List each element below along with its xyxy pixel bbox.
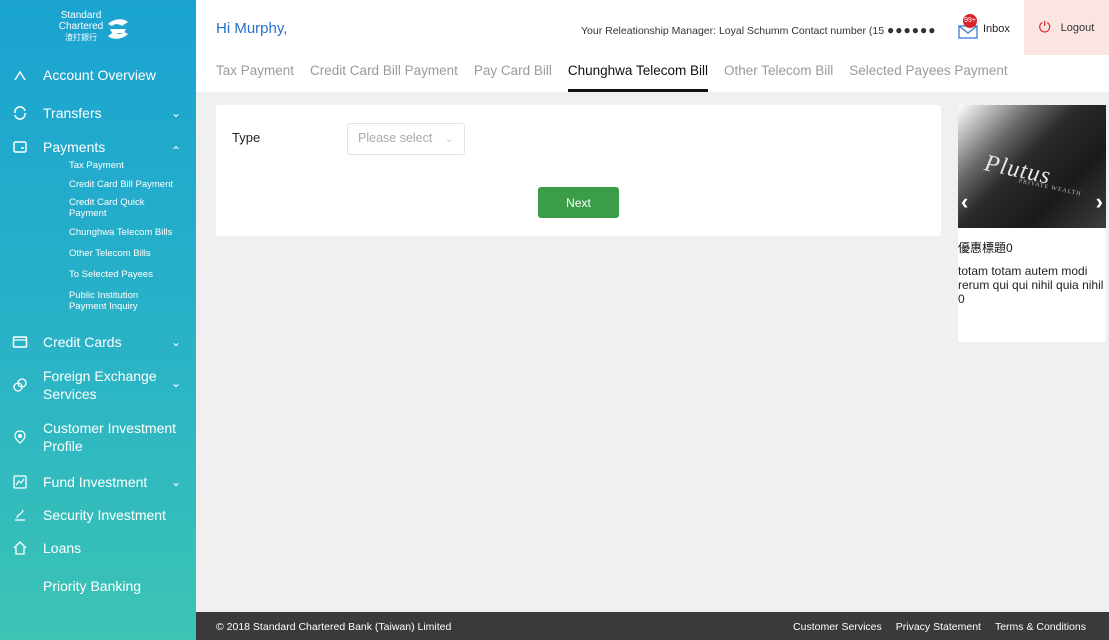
logo-line1: Standard [60, 10, 102, 21]
greeting: Hi Murphy, [216, 20, 288, 37]
loans-icon [11, 539, 29, 557]
promo-panel: Plutus PRIVATE WEALTH ‹ › 優惠標題0 totam to… [958, 105, 1106, 342]
chevron-up-icon: ⌃ [170, 144, 182, 158]
sidebar-item-foreign-exchange[interactable]: Foreign Exchange Services ⌄ [0, 367, 196, 403]
carousel-prev-icon[interactable]: ‹ [961, 189, 968, 215]
promo-title: 優惠標題0 [958, 241, 1013, 255]
tab-selected-payees-payment[interactable]: Selected Payees Payment [849, 55, 1007, 92]
next-button[interactable]: Next [538, 187, 619, 218]
promo-banner-image[interactable]: Plutus PRIVATE WEALTH ‹ › [958, 105, 1106, 228]
logo-mark-icon [108, 19, 128, 39]
inbox-badge: 99+ [963, 14, 977, 28]
promo-brand-sub: PRIVATE WEALTH [1018, 178, 1082, 198]
submenu-selected-payees[interactable]: To Selected Payees [69, 269, 196, 280]
type-label: Type [232, 130, 261, 145]
chevron-down-icon: ⌄ [170, 475, 182, 489]
fund-icon [11, 473, 29, 491]
copyright: © 2018 Standard Chartered Bank (Taiwan) … [216, 621, 452, 633]
chevron-down-icon: ⌄ [170, 335, 182, 349]
sidebar: Standard Chartered 渣打銀行 Account Overview… [0, 0, 196, 640]
payment-tabs: Tax Payment Credit Card Bill Payment Pay… [196, 55, 1109, 92]
submenu-public-institution[interactable]: Public Institution Payment Inquiry [69, 290, 196, 312]
sidebar-item-label: Account Overview [43, 67, 156, 82]
sidebar-item-loans[interactable]: Loans [0, 539, 196, 557]
submenu-credit-card-quick[interactable]: Credit Card Quick Payment [69, 197, 196, 219]
footer-link-privacy[interactable]: Privacy Statement [896, 621, 981, 633]
tab-other-telecom-bill[interactable]: Other Telecom Bill [724, 55, 833, 92]
relationship-manager-info: Your Releationship Manager: Loyal Schumm… [581, 23, 937, 37]
chevron-down-icon: ⌄ [170, 376, 182, 390]
chevron-down-icon: ⌄ [170, 106, 182, 120]
sidebar-item-transfers[interactable]: Transfers ⌄ [0, 104, 196, 122]
inbox-label: Inbox [983, 23, 1010, 35]
logout-label: Logout [1060, 21, 1095, 34]
logo-line3: 渣打銀行 [65, 33, 97, 42]
logo-line2: Chartered [58, 21, 104, 32]
payments-icon [11, 138, 29, 156]
sidebar-item-investment-profile[interactable]: Customer Investment Profile [0, 419, 196, 455]
inbox-button[interactable]: 99+ Inbox [957, 14, 1010, 40]
rm-phone-mask: ●●●●●● [887, 23, 937, 37]
tab-pay-card-bill[interactable]: Pay Card Bill [474, 55, 552, 92]
promo-body: totam totam autem modi rerum qui qui nih… [958, 264, 1104, 306]
type-select-placeholder: Please select [358, 131, 433, 145]
footer-link-terms[interactable]: Terms & Conditions [995, 621, 1086, 633]
sidebar-item-fund-investment[interactable]: Fund Investment ⌄ [0, 473, 196, 491]
footer: © 2018 Standard Chartered Bank (Taiwan) … [196, 612, 1109, 640]
sidebar-nav: Account Overview Transfers ⌄ Payments ⌃ … [0, 60, 196, 595]
payment-form-card: Type Please select ⌄ Next [216, 105, 941, 236]
rm-text: Your Releationship Manager: Loyal Schumm… [581, 25, 885, 37]
logout-button[interactable]: ⏻ Logout [1024, 0, 1109, 55]
sidebar-item-priority-banking[interactable]: Priority Banking [0, 577, 196, 595]
tab-credit-card-bill-payment[interactable]: Credit Card Bill Payment [310, 55, 458, 92]
logo-text: Standard Chartered 渣打銀行 [58, 10, 104, 43]
power-icon: ⏻ [1038, 19, 1051, 36]
sidebar-item-label: Priority Banking [43, 578, 142, 594]
sidebar-item-account-overview[interactable]: Account Overview [0, 54, 196, 82]
top-header: Hi Murphy, Your Releationship Manager: L… [196, 0, 1109, 55]
submenu-chunghwa-telecom[interactable]: Chunghwa Telecom Bills [69, 227, 196, 238]
submenu-credit-card-bill[interactable]: Credit Card Bill Payment [69, 179, 196, 190]
investment-profile-icon [11, 428, 29, 446]
sidebar-item-security-investment[interactable]: Security Investment [0, 506, 196, 524]
tab-chunghwa-telecom-bill[interactable]: Chunghwa Telecom Bill [567, 55, 708, 92]
transfer-icon [11, 104, 29, 122]
footer-link-customer-services[interactable]: Customer Services [793, 621, 882, 633]
footer-links: Customer Services Privacy Statement Term… [779, 621, 1086, 633]
sidebar-item-payments[interactable]: Payments ⌃ [0, 138, 196, 158]
carousel-next-icon[interactable]: › [1096, 189, 1103, 215]
foreign-exchange-icon [11, 376, 29, 394]
tab-tax-payment[interactable]: Tax Payment [216, 55, 294, 92]
submenu-tax-payment[interactable]: Tax Payment [69, 160, 196, 171]
payments-submenu: Tax Payment Credit Card Bill Payment Cre… [0, 160, 196, 312]
submenu-other-telecom[interactable]: Other Telecom Bills [69, 248, 196, 259]
security-icon [11, 506, 29, 524]
account-icon [11, 66, 29, 82]
sidebar-item-label: Security Investment [43, 507, 166, 523]
chevron-down-icon: ⌄ [444, 133, 454, 145]
credit-card-icon [11, 333, 29, 351]
sidebar-item-credit-cards[interactable]: Credit Cards ⌄ [0, 333, 196, 351]
sidebar-item-label: Customer Investment Profile [43, 420, 177, 454]
inbox-icon: 99+ [957, 14, 983, 40]
type-select[interactable]: Please select ⌄ [347, 123, 465, 155]
sidebar-item-label: Loans [43, 540, 82, 556]
